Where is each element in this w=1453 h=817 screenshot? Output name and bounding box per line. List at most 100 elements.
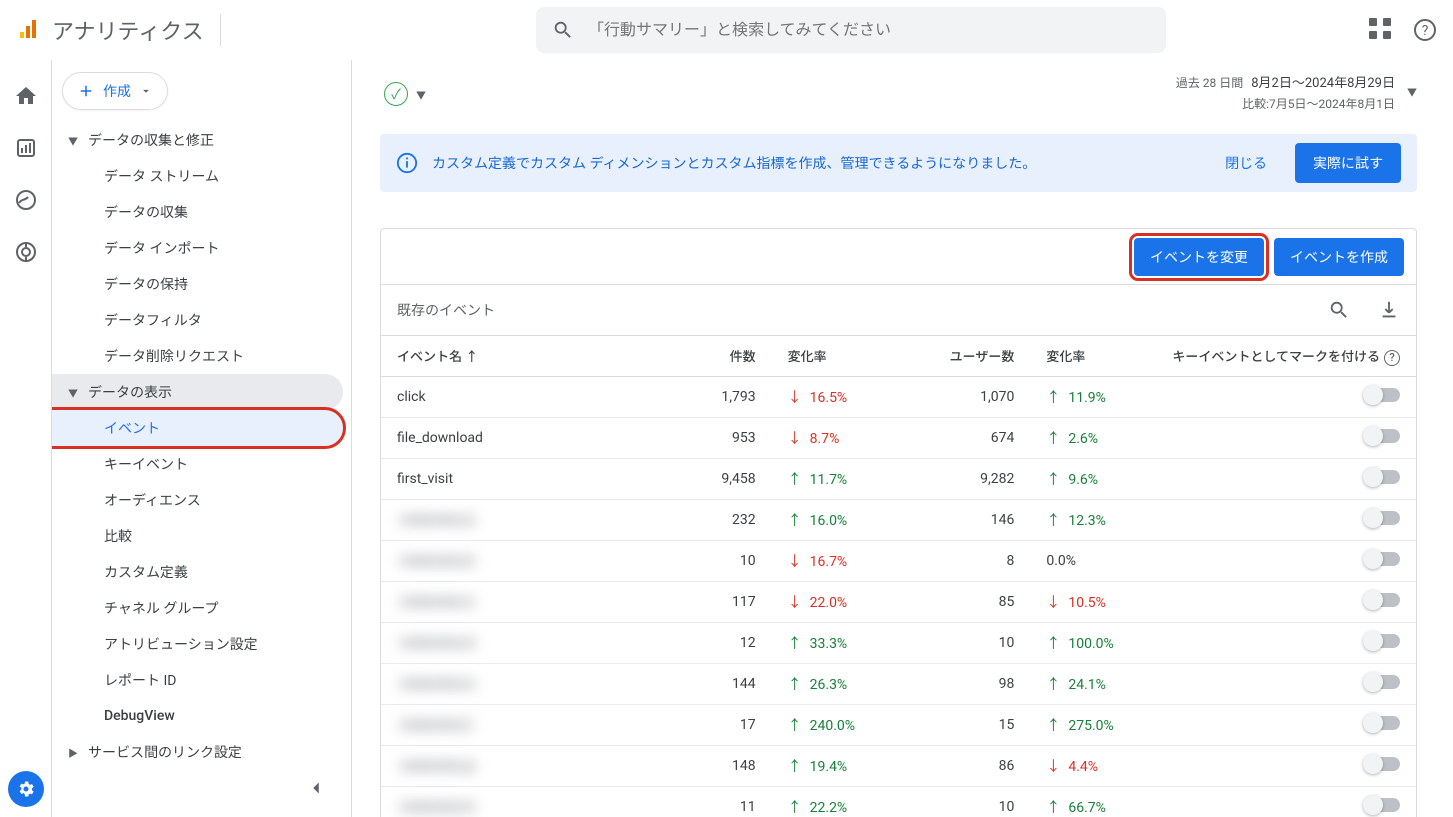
event-name-blurred: redacted_c bbox=[397, 594, 477, 610]
table-row: redacted_e144↑26.3%98↑24.1% bbox=[381, 663, 1416, 704]
arrow-up-icon: ↑ bbox=[1046, 718, 1060, 734]
table-row: redacted_b10↓16.7%80.0% bbox=[381, 540, 1416, 581]
app-header: アナリティクス ? bbox=[0, 0, 1453, 60]
date-range: 8月2日～2024年8月29日 bbox=[1251, 76, 1395, 91]
sidebar-item[interactable]: データの収集 bbox=[52, 194, 351, 230]
arrow-up-icon: ↑ bbox=[1046, 431, 1060, 447]
logo-area: アナリティクス bbox=[16, 14, 246, 46]
key-event-toggle[interactable] bbox=[1366, 388, 1400, 402]
collapse-sidebar-button[interactable] bbox=[305, 777, 327, 805]
key-event-toggle[interactable] bbox=[1366, 470, 1400, 484]
key-event-toggle[interactable] bbox=[1366, 716, 1400, 730]
create-event-button[interactable]: イベントを作成 bbox=[1274, 238, 1404, 276]
home-icon[interactable] bbox=[14, 84, 38, 108]
card-header: イベントを変更 イベントを作成 bbox=[381, 229, 1416, 285]
sidebar-item[interactable]: データ ストリーム bbox=[52, 158, 351, 194]
sidebar-item[interactable]: データ インポート bbox=[52, 230, 351, 266]
date-range-picker[interactable]: 過去 28 日間8月2日～2024年8月29日 比較:7月5日～2024年8月1… bbox=[1176, 74, 1417, 114]
create-button-label: 作成 bbox=[103, 81, 131, 101]
help-icon[interactable]: ? bbox=[1384, 350, 1400, 366]
col-count-delta[interactable]: 変化率 bbox=[772, 336, 873, 377]
table-row: redacted_c117↓22.0%85↓10.5% bbox=[381, 581, 1416, 622]
arrow-down-icon: ↓ bbox=[1046, 595, 1060, 611]
sidebar-item[interactable]: カスタム定義 bbox=[52, 554, 351, 590]
arrow-up-icon: ↑ bbox=[788, 513, 802, 529]
date-compare: 比較:7月5日～2024年8月1日 bbox=[1176, 95, 1395, 114]
sidebar-item[interactable]: データフィルタ bbox=[52, 302, 351, 338]
tree-group-label: データの収集と修正 bbox=[88, 130, 214, 150]
reports-icon[interactable] bbox=[14, 136, 38, 160]
sidebar-item[interactable]: データの保持 bbox=[52, 266, 351, 302]
arrow-up-icon: ↑ bbox=[788, 677, 802, 693]
events-table: イベント名 ↑ 件数 変化率 ユーザー数 変化率 キーイベントとしてマークを付け… bbox=[381, 335, 1416, 817]
search-input[interactable] bbox=[588, 20, 1150, 39]
brand-title: アナリティクス bbox=[52, 14, 221, 46]
table-row: first_visit9,458↑11.7%9,282↑9.6% bbox=[381, 458, 1416, 499]
status-dropdown-caret[interactable]: ▼ bbox=[416, 87, 426, 102]
sidebar-item[interactable]: チャネル グループ bbox=[52, 590, 351, 626]
arrow-up-icon: ↑ bbox=[1046, 390, 1060, 406]
tree-group-collect[interactable]: ▼ データの収集と修正 bbox=[52, 122, 351, 158]
event-name-blurred: redacted_d bbox=[397, 635, 478, 651]
banner-close-button[interactable]: 閉じる bbox=[1211, 147, 1281, 179]
key-event-toggle[interactable] bbox=[1366, 757, 1400, 771]
sidebar-item[interactable]: DebugView bbox=[52, 698, 351, 734]
sidebar-item[interactable]: イベント bbox=[52, 410, 343, 446]
key-event-toggle[interactable] bbox=[1366, 511, 1400, 525]
sort-asc-icon: ↑ bbox=[465, 350, 478, 365]
key-event-toggle[interactable] bbox=[1366, 798, 1400, 812]
caret-icon: ▼ bbox=[68, 385, 88, 400]
event-name[interactable]: click bbox=[397, 389, 426, 405]
advertising-icon[interactable] bbox=[14, 240, 38, 264]
search-icon bbox=[552, 19, 574, 41]
event-name[interactable]: file_download bbox=[397, 430, 483, 446]
col-count[interactable]: 件数 bbox=[675, 336, 771, 377]
sidebar-item[interactable]: アトリビューション設定 bbox=[52, 626, 351, 662]
arrow-up-icon: ↑ bbox=[788, 718, 802, 734]
event-name-blurred: redacted_g bbox=[397, 758, 478, 774]
col-users-delta[interactable]: 変化率 bbox=[1030, 336, 1142, 377]
col-users[interactable]: ユーザー数 bbox=[873, 336, 1030, 377]
admin-gear-button[interactable] bbox=[8, 771, 44, 807]
header-actions: ? bbox=[1369, 18, 1437, 42]
card-subtitle-row: 既存のイベント bbox=[381, 285, 1416, 335]
sidebar-item[interactable]: レポート ID bbox=[52, 662, 351, 698]
col-event-name[interactable]: イベント名 ↑ bbox=[381, 336, 675, 377]
create-button[interactable]: 作成 bbox=[62, 72, 168, 110]
key-event-toggle[interactable] bbox=[1366, 552, 1400, 566]
key-event-toggle[interactable] bbox=[1366, 429, 1400, 443]
banner-try-button[interactable]: 実際に試す bbox=[1295, 143, 1401, 183]
search-box[interactable] bbox=[536, 7, 1166, 53]
table-search-icon[interactable] bbox=[1328, 299, 1350, 321]
table-row: redacted_a232↑16.0%146↑12.3% bbox=[381, 499, 1416, 540]
table-row: redacted_f17↑240.0%15↑275.0% bbox=[381, 704, 1416, 745]
event-name[interactable]: first_visit bbox=[397, 471, 453, 487]
sidebar-item[interactable]: オーディエンス bbox=[52, 482, 351, 518]
arrow-down-icon: ↓ bbox=[788, 554, 802, 570]
key-event-toggle[interactable] bbox=[1366, 675, 1400, 689]
arrow-up-icon: ↑ bbox=[1046, 636, 1060, 652]
explore-icon[interactable] bbox=[14, 188, 38, 212]
tree-group-label: サービス間のリンク設定 bbox=[88, 742, 242, 762]
apps-icon[interactable] bbox=[1369, 18, 1393, 42]
sidebar-item[interactable]: 比較 bbox=[52, 518, 351, 554]
arrow-up-icon: ↑ bbox=[788, 472, 802, 488]
table-row: redacted_d12↑33.3%10↑100.0% bbox=[381, 622, 1416, 663]
sidebar-item[interactable]: キーイベント bbox=[52, 446, 351, 482]
col-key-event: キーイベントとしてマークを付ける? bbox=[1142, 336, 1416, 377]
arrow-down-icon: ↓ bbox=[788, 431, 802, 447]
status-check-icon[interactable]: ✓ bbox=[384, 82, 408, 106]
tree-group-links[interactable]: ▶ サービス間のリンク設定 bbox=[52, 734, 351, 770]
key-event-toggle[interactable] bbox=[1366, 634, 1400, 648]
analytics-logo-icon bbox=[16, 18, 40, 42]
banner-message: カスタム定義でカスタム ディメンションとカスタム指標を作成、管理できるようになり… bbox=[432, 153, 1197, 173]
sidebar-item[interactable]: データ削除リクエスト bbox=[52, 338, 351, 374]
tree-group-display[interactable]: ▼ データの表示 bbox=[52, 374, 343, 410]
events-card: イベントを変更 イベントを作成 既存のイベント イベント名 ↑ 件数 変化率 ユ… bbox=[380, 228, 1417, 817]
nav-rail bbox=[0, 60, 52, 817]
arrow-down-icon: ↓ bbox=[788, 390, 802, 406]
help-icon[interactable]: ? bbox=[1413, 18, 1437, 42]
modify-event-button[interactable]: イベントを変更 bbox=[1134, 238, 1264, 276]
key-event-toggle[interactable] bbox=[1366, 593, 1400, 607]
download-icon[interactable] bbox=[1378, 299, 1400, 321]
